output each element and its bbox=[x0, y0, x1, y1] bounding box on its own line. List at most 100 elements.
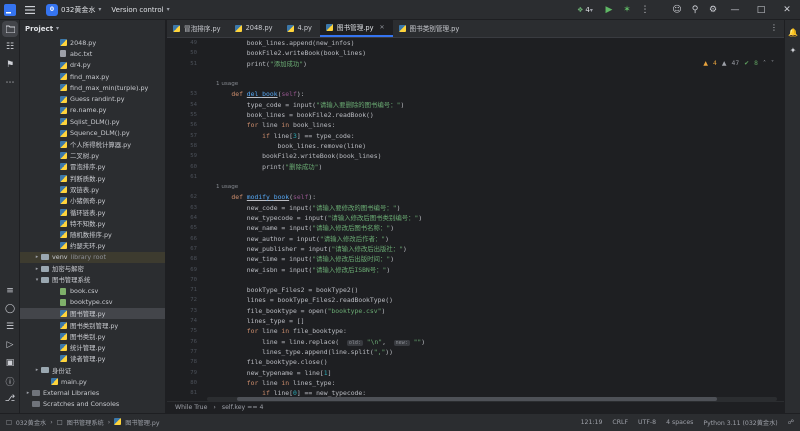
code-line[interactable] bbox=[216, 69, 776, 79]
git-icon[interactable]: ⎇ bbox=[0, 390, 20, 408]
chevron-right-icon[interactable]: ▸ bbox=[24, 390, 32, 396]
chevron-down-icon[interactable]: ˅ bbox=[771, 60, 774, 67]
code-line[interactable]: type_code = input("请输入要删除的图书编号：") bbox=[216, 100, 776, 110]
code-line[interactable]: new_typename = line[1] bbox=[216, 368, 776, 378]
code-line[interactable]: for line in file_booktype: bbox=[216, 326, 776, 336]
usage-hint[interactable]: 1 usage bbox=[216, 79, 776, 89]
tree-item[interactable]: 图书管理.py bbox=[20, 308, 165, 320]
tree-item[interactable]: 二叉树.py bbox=[20, 150, 165, 161]
status-path-item[interactable]: 032黄金水 bbox=[16, 418, 46, 427]
code-line[interactable]: lines_type.append(line.split(",")) bbox=[216, 347, 776, 357]
run-icon[interactable]: ▶ bbox=[600, 0, 618, 20]
code-line[interactable]: new_name = input("请输入修改后图书名称：") bbox=[216, 223, 776, 233]
breadcrumb-item[interactable]: While True bbox=[175, 404, 207, 411]
editor-tab[interactable]: 冒泡排序.py bbox=[167, 20, 229, 37]
lock-icon[interactable]: ☍ bbox=[788, 419, 794, 426]
chevron-right-icon[interactable]: ▸ bbox=[33, 254, 41, 260]
main-menu-icon[interactable] bbox=[20, 0, 40, 20]
tree-item[interactable]: 统计管理.py bbox=[20, 342, 165, 353]
code-line[interactable]: lines = bookType_Files2.readBookType() bbox=[216, 295, 776, 305]
maximize-icon[interactable]: □ bbox=[748, 0, 774, 20]
code-area[interactable]: 49 50 51 53 54 55 56 57 58 59 60 61 62 63 64 65 66 67 68 69… bbox=[167, 38, 784, 401]
tree-item[interactable]: 判断质数.py bbox=[20, 173, 165, 184]
minimize-icon[interactable]: — bbox=[722, 0, 748, 20]
code-line[interactable]: new_code = input("请输入要修改的图书编号：") bbox=[216, 203, 776, 213]
tree-item[interactable]: ▸ 身份证 bbox=[20, 365, 165, 376]
account-icon[interactable]: ☺ bbox=[668, 0, 686, 20]
close-icon[interactable]: ✕ bbox=[774, 0, 800, 20]
tree-item[interactable]: 图书类别.py bbox=[20, 331, 165, 342]
tree-item[interactable]: 特不知数.py bbox=[20, 218, 165, 229]
status-path-item[interactable]: 图书管理系统 bbox=[67, 418, 104, 427]
tree-item[interactable]: re.name.py bbox=[20, 105, 165, 116]
tree-item[interactable]: 约瑟夫环.py bbox=[20, 240, 165, 251]
terminal-icon[interactable]: ▣ bbox=[0, 354, 20, 372]
tree-item[interactable]: ▾ 图书管理系统 bbox=[20, 274, 165, 285]
tree-item[interactable]: ▸ External Libraries bbox=[20, 387, 165, 398]
project-switcher[interactable]: 0 032黄金水 ▾ bbox=[46, 3, 101, 16]
tree-item[interactable]: 图书类别管理.py bbox=[20, 319, 165, 330]
tree-item[interactable]: Sqlist_DLM().py bbox=[20, 116, 165, 127]
chevron-down-icon[interactable]: ▾ bbox=[33, 277, 41, 283]
code-line[interactable] bbox=[216, 275, 776, 285]
structure-tool-icon[interactable]: ☷ bbox=[0, 38, 20, 56]
debug-icon[interactable]: ✶ bbox=[618, 0, 636, 20]
inspection-widget[interactable]: ▲ 4 ▲ 47 ✔ 8 ˄ ˅ bbox=[703, 60, 774, 67]
indent-setting[interactable]: 4 spaces bbox=[666, 419, 693, 426]
code-line[interactable]: book_lines.append(new_infos) bbox=[216, 38, 776, 48]
code-line[interactable]: def modify_book(self): bbox=[216, 192, 776, 202]
breadcrumb-item[interactable]: self.key == 4 bbox=[222, 404, 264, 411]
layers-icon[interactable]: ☰ bbox=[0, 318, 20, 336]
chevron-up-icon[interactable]: ˄ bbox=[763, 60, 766, 67]
line-separator[interactable]: CRLF bbox=[612, 419, 628, 426]
code-line[interactable]: if line[3] == type_code: bbox=[216, 131, 776, 141]
usage-hint[interactable]: 1 usage bbox=[216, 182, 776, 192]
run-tool-icon[interactable]: ▷ bbox=[0, 336, 20, 354]
code-line[interactable]: new_isbn = input("请输入修改后ISBN号：") bbox=[216, 265, 776, 275]
editor-tab[interactable]: 4.py bbox=[281, 20, 320, 37]
code-line[interactable]: file_booktype.close() bbox=[216, 357, 776, 367]
tree-item[interactable]: book.csv bbox=[20, 286, 165, 297]
tree-item[interactable]: 冒泡排序.py bbox=[20, 161, 165, 172]
settings-icon[interactable]: ⚙ bbox=[704, 0, 722, 20]
tree-item[interactable]: booktype.csv bbox=[20, 297, 165, 308]
caret-position[interactable]: 121:19 bbox=[581, 419, 603, 426]
code-line[interactable]: new_time = input("请输入修改后出版时间：") bbox=[216, 254, 776, 264]
code-line[interactable]: def del_book(self): bbox=[216, 89, 776, 99]
code-line[interactable] bbox=[216, 172, 776, 182]
ai-assistant-icon[interactable]: ✦ bbox=[785, 41, 800, 59]
tree-item[interactable]: 双链表.py bbox=[20, 184, 165, 195]
todo-tool-icon[interactable]: ≡ bbox=[0, 282, 20, 300]
close-tab-icon[interactable]: ✕ bbox=[379, 24, 384, 31]
editor-tab[interactable]: 2048.py bbox=[229, 20, 281, 37]
tree-item[interactable]: ▸ venv library root bbox=[20, 251, 165, 263]
code-line[interactable]: file_booktype = open("booktype.csv") bbox=[216, 306, 776, 316]
tree-item[interactable]: Squence_DLM().py bbox=[20, 127, 165, 138]
tree-item[interactable]: 小猪佩奇.py bbox=[20, 195, 165, 206]
tree-item[interactable]: main.py bbox=[20, 376, 165, 387]
chevron-right-icon[interactable]: ▸ bbox=[33, 266, 41, 272]
code-line[interactable]: print("添加成功") bbox=[216, 59, 776, 69]
tree-item[interactable]: ▸ 加密与解密 bbox=[20, 263, 165, 274]
code-line[interactable]: bookFile2.writeBook(book_lines) bbox=[216, 151, 776, 161]
code-line[interactable]: bookFile2.writeBook(book_lines) bbox=[216, 48, 776, 58]
python-packages-icon[interactable]: ◯ bbox=[0, 300, 20, 318]
editor-tab[interactable]: 图书类别管理.py bbox=[393, 20, 468, 37]
tree-item[interactable]: dr4.py bbox=[20, 60, 165, 71]
code-line[interactable]: lines_type = [] bbox=[216, 316, 776, 326]
bookmarks-tool-icon[interactable]: ⚑ bbox=[0, 56, 20, 74]
code-line[interactable]: new_typecode = input("请输入修改后图书类别编号：") bbox=[216, 213, 776, 223]
more-actions-icon[interactable]: ⋮ bbox=[636, 0, 654, 20]
editor-tab[interactable]: 图书管理.py ✕ bbox=[319, 20, 393, 37]
code-line[interactable]: for line in book_lines: bbox=[216, 120, 776, 130]
search-icon[interactable]: ⚲ bbox=[686, 0, 704, 20]
code-line[interactable]: print("删除成功") bbox=[216, 162, 776, 172]
code-line[interactable]: book_lines.remove(line) bbox=[216, 141, 776, 151]
problems-icon[interactable]: ⓘ bbox=[0, 372, 20, 390]
chevron-right-icon[interactable]: ▸ bbox=[33, 367, 41, 373]
status-path-item[interactable]: 图书管理.py bbox=[125, 418, 159, 427]
more-tools-icon[interactable]: ⋯ bbox=[0, 74, 20, 92]
file-encoding[interactable]: UTF-8 bbox=[638, 419, 656, 426]
code-line[interactable]: book_lines = bookFile2.readBook() bbox=[216, 110, 776, 120]
notifications-icon[interactable]: 🔔 bbox=[785, 23, 800, 41]
